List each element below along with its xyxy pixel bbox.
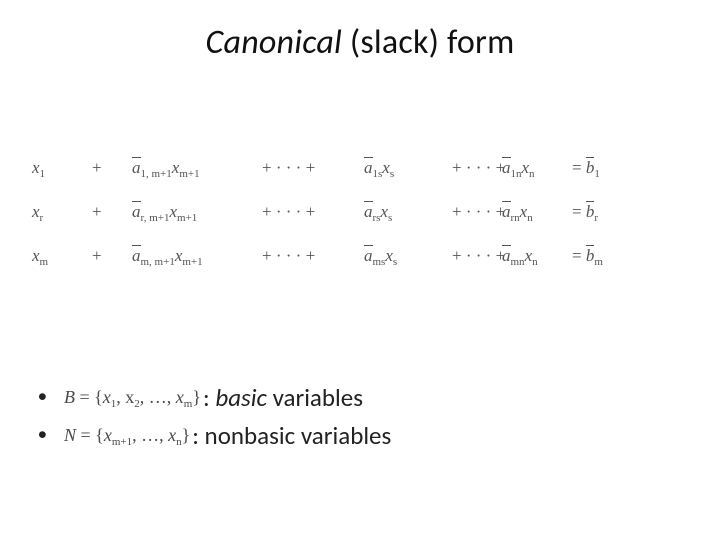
slide-title: Canonical (slack) form: [0, 22, 720, 63]
bullet-basic: • B = {x1, x2, …, xm} : basic variables: [38, 378, 391, 416]
bullet-list: • B = {x1, x2, …, xm} : basic variables …: [38, 378, 391, 454]
bullet-dot-icon: •: [38, 383, 64, 412]
nonbasic-label: : nonbasic variables: [192, 420, 391, 451]
equation-block: x1 + a1, m+1xm+1 + · · · + a1sxs + · · ·…: [32, 146, 688, 278]
equation-row-r: xr + ar, m+1xm+1 + · · · + arsxs + · · ·…: [32, 190, 688, 234]
bullet-nonbasic: • N = {xm+1, …, xn} : nonbasic variables: [38, 416, 391, 454]
equation-row-m: xm + am, m+1xm+1 + · · · + amsxs + · · ·…: [32, 234, 688, 278]
slide: Canonical (slack) form x1 + a1, m+1xm+1 …: [0, 0, 720, 540]
title-rest: (slack) form: [342, 22, 514, 63]
nonbasic-set-expression: N = {xm+1, …, xn}: [64, 425, 190, 446]
bullet-dot-icon: •: [38, 421, 64, 450]
basic-set-expression: B = {x1, x2, …, xm}: [64, 387, 201, 408]
title-canonical: Canonical: [206, 22, 342, 63]
equation-row-1: x1 + a1, m+1xm+1 + · · · + a1sxs + · · ·…: [32, 146, 688, 190]
basic-label: : basic variables: [203, 382, 363, 413]
